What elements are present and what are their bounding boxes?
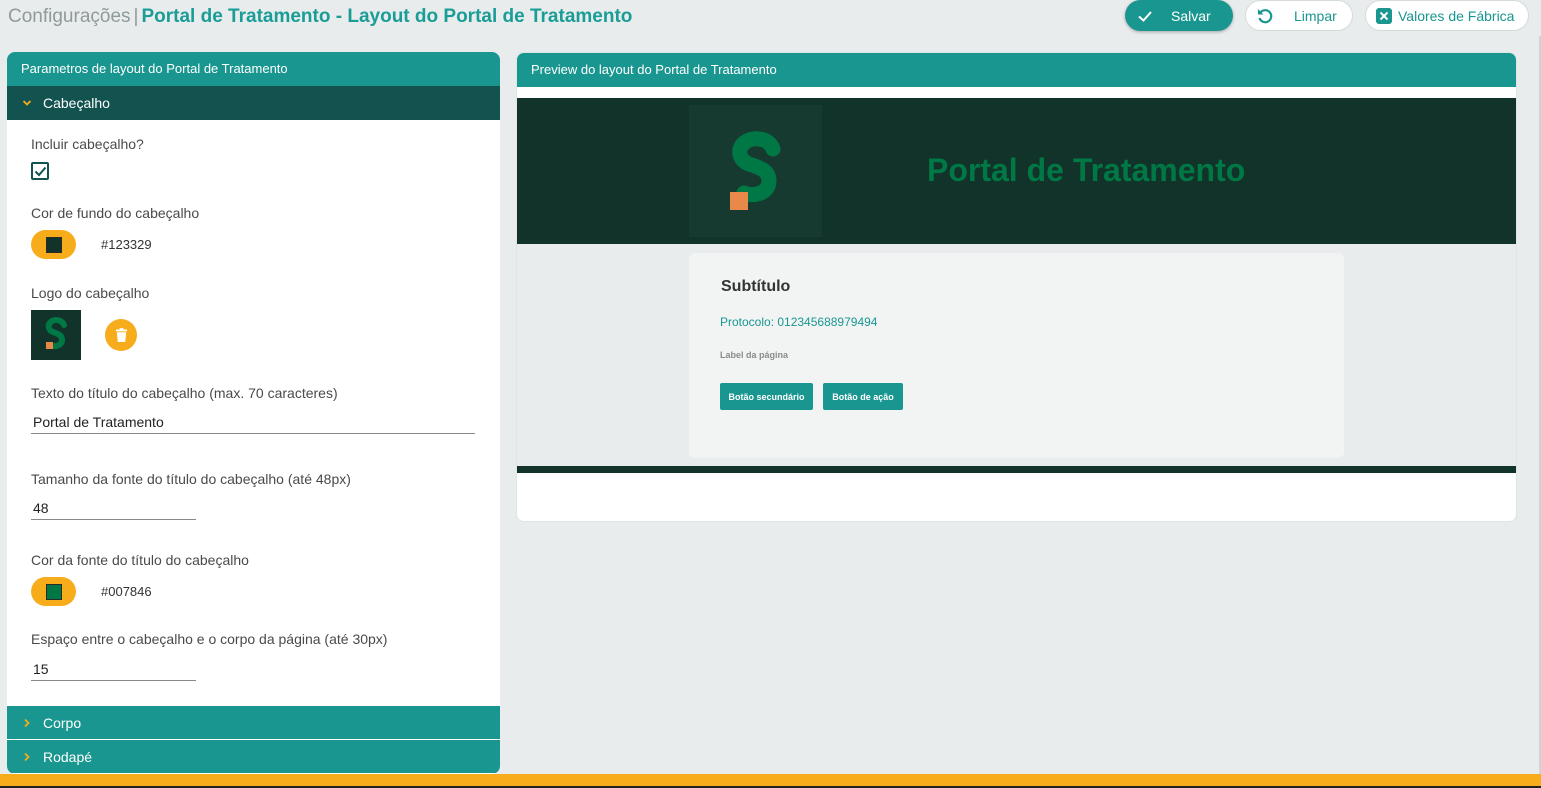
logo-label: Logo do cabeçalho <box>31 285 150 301</box>
preview-secondary-button[interactable]: Botão secundário <box>720 383 813 410</box>
bg-color-picker[interactable] <box>31 230 76 259</box>
bg-color-value: #123329 <box>101 237 152 252</box>
undo-icon <box>1258 8 1273 23</box>
save-button-label: Salvar <box>1171 7 1211 24</box>
close-box-icon <box>1376 7 1392 24</box>
section-header-toggle[interactable]: Cabeçalho <box>7 86 500 120</box>
logo-thumbnail[interactable] <box>31 310 81 360</box>
chevron-right-icon <box>24 718 30 727</box>
check-icon <box>1138 10 1152 22</box>
checkmark-icon <box>34 166 46 176</box>
layout-preview-panel: Preview do layout do Portal de Tratament… <box>516 52 1517 522</box>
clear-button[interactable]: Limpar <box>1245 0 1353 31</box>
preview-page-label: Label da página <box>720 350 789 360</box>
breadcrumb-separator: | <box>133 6 139 27</box>
spacing-input[interactable] <box>31 657 196 681</box>
title-text-input[interactable] <box>31 410 475 434</box>
breadcrumb-base[interactable]: Configurações <box>8 6 131 27</box>
preview-action-button[interactable]: Botão de ação <box>823 383 903 410</box>
font-size-label: Tamanho da fonte do título do cabeçalho … <box>31 471 351 487</box>
section-header-label: Cabeçalho <box>43 95 110 111</box>
font-size-input[interactable] <box>31 496 196 520</box>
section-body-toggle[interactable]: Corpo <box>7 705 500 739</box>
font-color-value: #007846 <box>101 584 152 599</box>
portal-logo-icon <box>45 317 67 350</box>
factory-defaults-label: Valores de Fábrica <box>1398 7 1515 24</box>
factory-defaults-button[interactable]: Valores de Fábrica <box>1365 0 1529 31</box>
delete-logo-button[interactable] <box>105 319 137 351</box>
save-button[interactable]: Salvar <box>1125 0 1233 31</box>
title-text-label: Texto do título do cabeçalho (max. 70 ca… <box>31 385 338 401</box>
clear-button-label: Limpar <box>1294 7 1337 24</box>
preview-footer <box>517 466 1516 473</box>
page-title: Portal de Tratamento - Layout do Portal … <box>141 6 633 27</box>
portal-preview: Portal de Tratamento Subtítulo Protocolo… <box>517 98 1516 473</box>
chevron-down-icon <box>22 100 32 106</box>
trash-icon <box>115 327 127 342</box>
preview-panel-title: Preview do layout do Portal de Tratament… <box>517 53 1516 87</box>
include-header-label: Incluir cabeçalho? <box>31 136 144 152</box>
section-body-label: Corpo <box>43 714 82 731</box>
bg-color-label: Cor de fundo do cabeçalho <box>31 205 200 221</box>
chevron-right-icon <box>24 752 30 761</box>
section-footer-label: Rodapé <box>43 748 93 765</box>
preview-protocol: Protocolo: 012345688979494 <box>720 315 878 329</box>
preview-subtitle: Subtítulo <box>721 278 791 295</box>
preview-header-title: Portal de Tratamento <box>927 152 1246 188</box>
portal-logo-icon <box>730 131 781 210</box>
font-color-picker[interactable] <box>31 577 76 606</box>
spacing-label: Espaço entre o cabeçalho e o corpo da pá… <box>31 631 388 647</box>
bg-color-swatch <box>45 236 62 253</box>
preview-header: Portal de Tratamento <box>517 98 1516 244</box>
header-section-body: Incluir cabeçalho? Cor de fundo do cabeç… <box>7 120 500 705</box>
font-color-label: Cor da fonte do título do cabeçalho <box>31 552 249 568</box>
include-header-checkbox[interactable] <box>31 162 49 180</box>
bottom-accent-bar <box>0 774 1541 788</box>
top-bar: Configurações | Portal de Tratamento - Lay… <box>0 0 1541 36</box>
preview-logo <box>689 105 822 237</box>
layout-parameters-panel: Parametros de layout do Portal de Tratam… <box>7 52 500 774</box>
parameters-panel-title: Parametros de layout do Portal de Tratam… <box>7 52 500 86</box>
preview-content-card: Subtítulo Protocolo: 012345688979494 Lab… <box>689 253 1344 458</box>
font-color-swatch <box>45 583 62 600</box>
breadcrumb: Configurações | Portal de Tratamento - Lay… <box>8 6 632 28</box>
section-footer-toggle[interactable]: Rodapé <box>7 739 500 773</box>
